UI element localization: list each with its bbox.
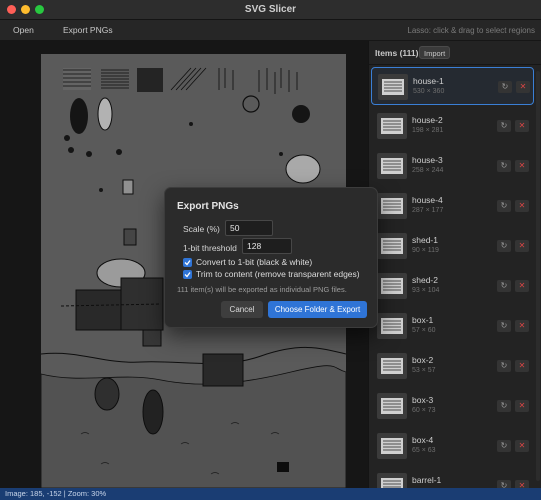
item-dimensions: 93 × 104: [412, 287, 440, 294]
refresh-icon[interactable]: ↻: [497, 440, 511, 452]
item-dimensions: 90 × 119: [412, 247, 439, 254]
item-name: box-2: [412, 355, 434, 365]
refresh-icon[interactable]: ↻: [497, 360, 511, 372]
items-sidebar: Items (111) Import house-1 530 × 360 ↻ ✕ hou…: [368, 41, 541, 488]
refresh-icon[interactable]: ↻: [497, 160, 511, 172]
refresh-icon[interactable]: ↻: [497, 200, 511, 212]
delete-icon[interactable]: ✕: [515, 280, 529, 292]
convert-1bit-label: Convert to 1-bit (black & white): [196, 257, 313, 267]
list-item[interactable]: house-2 198 × 281 ↻ ✕: [371, 107, 534, 145]
item-dimensions: 198 × 281: [412, 127, 444, 134]
refresh-icon[interactable]: ↻: [497, 400, 511, 412]
list-item[interactable]: house-4 287 × 177 ↻ ✕: [371, 187, 534, 225]
delete-icon[interactable]: ✕: [515, 320, 529, 332]
export-dialog: Export PNGs Scale (%) 50 1-bit threshold…: [164, 187, 378, 328]
item-name: house-1: [413, 76, 444, 86]
delete-icon[interactable]: ✕: [515, 400, 529, 412]
delete-icon[interactable]: ✕: [515, 120, 529, 132]
item-thumbnail: [378, 74, 408, 100]
item-name: box-4: [412, 435, 434, 445]
item-thumbnail: [377, 113, 407, 139]
delete-icon[interactable]: ✕: [515, 240, 529, 252]
item-dimensions: 53 × 57: [412, 367, 436, 374]
title-bar: SVG Slicer: [0, 0, 541, 20]
cancel-button[interactable]: Cancel: [221, 301, 263, 318]
list-item[interactable]: box-2 53 × 57 ↻ ✕: [371, 347, 534, 385]
open-button[interactable]: Open: [13, 25, 34, 35]
export-pngs-button[interactable]: Export PNGs: [63, 25, 113, 35]
item-thumbnail: [377, 393, 407, 419]
refresh-icon[interactable]: ↻: [497, 320, 511, 332]
item-name: house-4: [412, 195, 443, 205]
item-dimensions: 57 × 60: [412, 327, 436, 334]
refresh-icon[interactable]: ↻: [497, 280, 511, 292]
item-name: house-3: [412, 155, 443, 165]
refresh-icon[interactable]: ↻: [497, 240, 511, 252]
threshold-label: 1-bit threshold: [183, 243, 237, 253]
toolbar: Open Export PNGs Lasso: click & drag to …: [0, 20, 541, 41]
convert-1bit-checkbox[interactable]: [183, 258, 192, 267]
delete-icon[interactable]: ✕: [516, 81, 530, 93]
item-thumbnail: [377, 193, 407, 219]
checkmark-icon: [184, 260, 191, 266]
sidebar-scrollbar[interactable]: [536, 71, 540, 481]
status-bar: Image: 185, -152 | Zoom: 30%: [0, 488, 541, 500]
list-item[interactable]: box-3 60 × 73 ↻ ✕: [371, 387, 534, 425]
scale-label: Scale (%): [183, 224, 220, 234]
item-dimensions: 60 × 73: [412, 407, 436, 414]
item-thumbnail: [377, 273, 407, 299]
delete-icon[interactable]: ✕: [515, 160, 529, 172]
delete-icon[interactable]: ✕: [515, 200, 529, 212]
item-thumbnail: [377, 473, 407, 488]
export-info-text: 111 item(s) will be exported as individu…: [177, 285, 347, 294]
list-item[interactable]: shed-1 90 × 119 ↻ ✕: [371, 227, 534, 265]
item-thumbnail: [377, 153, 407, 179]
items-count-title: Items (111): [375, 48, 419, 58]
item-dimensions: 65 × 63: [412, 447, 436, 454]
status-text: Image: 185, -152 | Zoom: 30%: [5, 489, 107, 498]
scale-input[interactable]: 50: [225, 220, 273, 236]
refresh-icon[interactable]: ↻: [497, 480, 511, 488]
item-dimensions: 287 × 177: [412, 207, 444, 214]
item-dimensions: 530 × 360: [413, 88, 445, 95]
list-item[interactable]: box-4 65 × 63 ↻ ✕: [371, 427, 534, 465]
checkmark-icon: [184, 272, 191, 278]
dialog-title: Export PNGs: [177, 201, 239, 212]
window-title: SVG Slicer: [244, 4, 297, 15]
item-name: shed-1: [412, 235, 438, 245]
lasso-hint: Lasso: click & drag to select regions: [407, 26, 535, 35]
item-thumbnail: [377, 353, 407, 379]
list-item[interactable]: box-1 57 × 60 ↻ ✕: [371, 307, 534, 345]
delete-icon[interactable]: ✕: [515, 440, 529, 452]
import-button[interactable]: Import: [419, 46, 451, 59]
threshold-input[interactable]: 128: [242, 238, 292, 254]
choose-folder-export-button[interactable]: Choose Folder & Export: [268, 301, 367, 318]
item-name: house-2: [412, 115, 443, 125]
delete-icon[interactable]: ✕: [515, 360, 529, 372]
item-thumbnail: [377, 433, 407, 459]
item-name: shed-2: [412, 275, 438, 285]
item-thumbnail: [377, 233, 407, 259]
delete-icon[interactable]: ✕: [515, 480, 529, 488]
item-thumbnail: [377, 313, 407, 339]
item-name: box-1: [412, 315, 434, 325]
list-item[interactable]: barrel-1 ↻ ✕: [371, 467, 534, 488]
trim-content-checkbox[interactable]: [183, 270, 192, 279]
refresh-icon[interactable]: ↻: [498, 81, 512, 93]
sidebar-header: Items (111) Import: [369, 41, 541, 65]
item-name: box-3: [412, 395, 434, 405]
list-item[interactable]: house-3 258 × 244 ↻ ✕: [371, 147, 534, 185]
trim-content-label: Trim to content (remove transparent edge…: [196, 269, 360, 279]
item-dimensions: 258 × 244: [412, 167, 444, 174]
item-name: barrel-1: [412, 475, 442, 485]
refresh-icon[interactable]: ↻: [497, 120, 511, 132]
list-item[interactable]: shed-2 93 × 104 ↻ ✕: [371, 267, 534, 305]
list-item[interactable]: house-1 530 × 360 ↻ ✕: [371, 67, 534, 105]
